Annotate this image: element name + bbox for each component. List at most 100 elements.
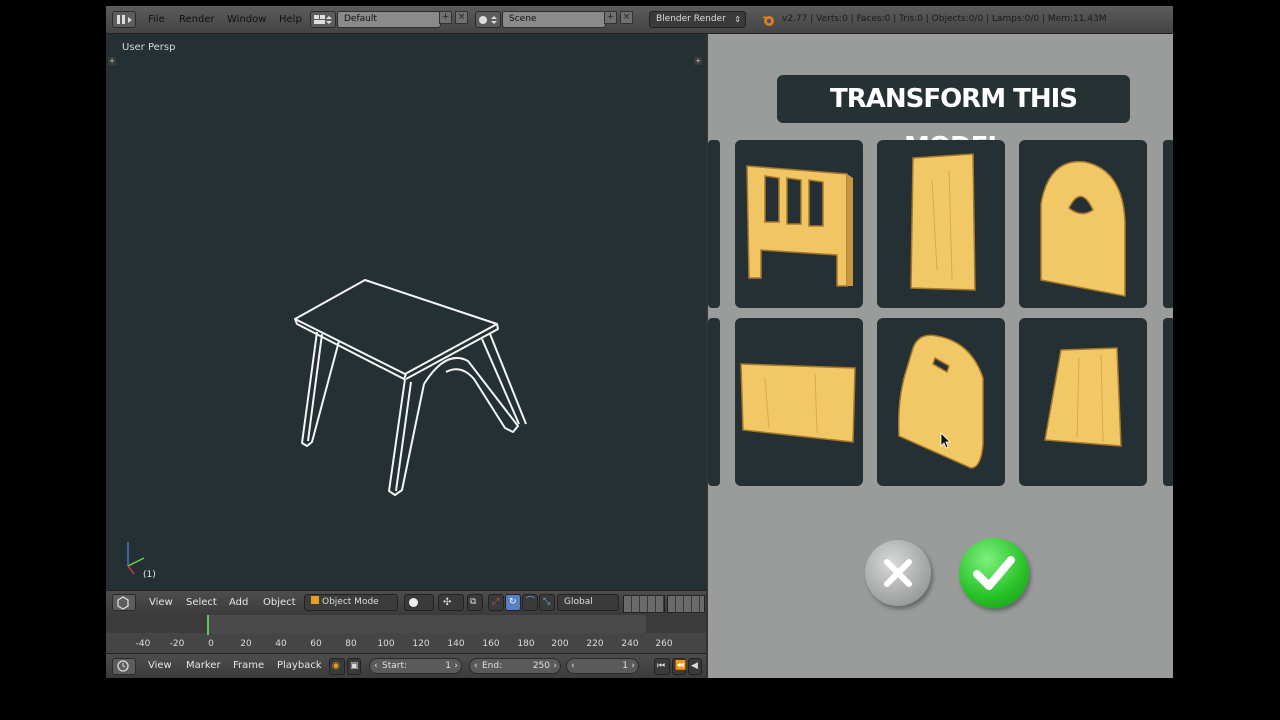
tick-label: 180 — [517, 639, 535, 649]
menu-view[interactable]: View — [148, 659, 172, 673]
start-frame-field[interactable]: ‹ Start: 1 › — [369, 658, 462, 674]
screen-layout-button[interactable] — [310, 11, 336, 28]
mouse-cursor-icon — [940, 432, 951, 449]
3d-view-header: View Select Add Object Object Mode ✣ ⧉ ⤢… — [106, 590, 706, 615]
menu-render[interactable]: Render — [179, 11, 215, 28]
info-header: File Render Window Help Default + × Scen… — [106, 6, 1173, 34]
screen-layout-field[interactable]: Default — [337, 11, 441, 28]
remove-screen-icon[interactable]: × — [455, 11, 468, 24]
pivot-point-select[interactable]: ✣ — [438, 594, 464, 611]
tall-panel-part-image — [910, 153, 976, 291]
confirm-button[interactable] — [959, 538, 1029, 608]
frame-indicator: (1) — [143, 570, 156, 580]
option-card-trapezoid-panel[interactable] — [1019, 318, 1147, 486]
timeline-editor-type-button[interactable] — [112, 658, 136, 675]
menu-add[interactable]: Add — [229, 596, 248, 610]
solid-shading-icon — [409, 598, 418, 607]
tick-label: 100 — [377, 639, 395, 649]
option-card-rounded-panel[interactable] — [877, 318, 1005, 486]
play-reverse-button[interactable]: ◀ — [688, 658, 702, 675]
layers-grid-2[interactable] — [667, 595, 705, 613]
scene-button[interactable] — [475, 11, 501, 28]
transform-orientation-select[interactable]: Global — [557, 594, 619, 611]
tick-label: 80 — [345, 639, 357, 649]
tick-label: 0 — [208, 639, 214, 649]
scale-tool-button[interactable]: ⤡ — [539, 594, 555, 611]
timeline-area[interactable]: -40 -20 0 20 40 60 80 100 120 140 160 18… — [106, 615, 706, 653]
interaction-mode-label: Object Mode — [322, 597, 379, 607]
scene-field[interactable]: Scene — [502, 11, 606, 28]
tick-label: 240 — [621, 639, 639, 649]
tick-label: -20 — [169, 639, 185, 649]
screen-layout-icon — [314, 15, 332, 24]
rotate-manipulator-button[interactable]: ↻ — [505, 594, 521, 611]
menu-object[interactable]: Object — [263, 596, 296, 610]
3d-editor-type-button[interactable] — [112, 594, 136, 611]
end-frame-value: 250 — [532, 661, 550, 671]
interaction-mode-select[interactable]: Object Mode — [304, 594, 398, 611]
option-card-tall-panel[interactable] — [877, 140, 1005, 308]
translate-manipulator-button[interactable]: ⤢ — [488, 594, 504, 611]
timeline-header: View Marker Frame Playback ◉ ▣ ‹ Start: … — [106, 653, 706, 678]
end-frame-field[interactable]: ‹ End: 250 › — [469, 658, 561, 674]
headboard-part-image — [746, 165, 853, 287]
current-frame-field[interactable]: ‹ 1 › — [566, 658, 639, 674]
option-card-headboard[interactable] — [735, 140, 863, 308]
previous-card-peek[interactable] — [708, 318, 720, 486]
next-card-peek[interactable] — [1163, 318, 1173, 486]
menu-view[interactable]: View — [149, 596, 173, 610]
menu-select[interactable]: Select — [186, 596, 217, 610]
menu-window[interactable]: Window — [227, 11, 266, 28]
tick-label: 120 — [412, 639, 430, 649]
decrement-arrow-icon: ‹ — [474, 661, 478, 671]
start-frame-value: 1 — [445, 661, 451, 671]
jump-start-button[interactable]: ⏮ — [654, 658, 670, 675]
increment-arrow-icon: › — [454, 661, 458, 671]
transform-orientation-label: Global — [564, 597, 593, 607]
transform-model-panel: TRANSFORM THIS MODEL — [706, 34, 1173, 678]
close-icon — [884, 559, 912, 587]
info-editor-type-button[interactable] — [112, 11, 136, 28]
option-card-arched-panel[interactable] — [1019, 140, 1147, 308]
viewport-shading-select[interactable] — [404, 594, 434, 611]
menu-playback[interactable]: Playback — [277, 659, 322, 673]
timeline-range-start-shade — [106, 615, 207, 633]
add-scene-icon[interactable]: + — [604, 11, 617, 24]
panel-title: TRANSFORM THIS MODEL — [777, 75, 1130, 162]
lock-toggle[interactable]: ▣ — [347, 658, 361, 675]
layers-grid-1[interactable] — [623, 595, 665, 613]
timeline-range-end-shade — [646, 615, 706, 633]
option-card-wide-panel[interactable] — [735, 318, 863, 486]
scale-manipulator-button[interactable]: ⌒ — [522, 594, 538, 611]
start-frame-label: Start: — [382, 661, 408, 671]
manipulator-toggle[interactable]: ⧉ — [467, 594, 483, 611]
previous-card-peek[interactable] — [708, 140, 720, 308]
menu-file[interactable]: File — [148, 11, 165, 28]
3d-viewport[interactable]: User Persp + + (1) — [106, 34, 706, 590]
render-engine-select[interactable]: Blender Render ⇕ — [649, 11, 746, 28]
increment-arrow-icon: › — [631, 661, 635, 671]
tick-label: 60 — [310, 639, 322, 649]
rounded-panel-with-slot-part-image — [897, 334, 984, 469]
blender-logo-icon — [762, 16, 774, 26]
decrement-arrow-icon: ‹ — [374, 661, 378, 671]
next-card-peek[interactable] — [1163, 140, 1173, 308]
record-toggle[interactable]: ◉ — [329, 658, 345, 675]
arched-panel-with-hole-part-image — [1040, 160, 1126, 297]
remove-scene-icon[interactable]: × — [620, 11, 633, 24]
add-screen-icon[interactable]: + — [439, 11, 452, 24]
cube-view-icon — [117, 596, 129, 610]
menu-marker[interactable]: Marker — [186, 659, 221, 673]
cancel-button[interactable] — [865, 540, 931, 606]
tick-label: 200 — [551, 639, 569, 649]
current-frame-line[interactable] — [207, 615, 209, 635]
jump-keyframe-back-button[interactable]: ⏪ — [672, 658, 686, 675]
scene-stats: v2.77 | Verts:0 | Faces:0 | Tris:0 | Obj… — [782, 14, 1107, 24]
menu-help[interactable]: Help — [279, 11, 302, 28]
scene-icon — [479, 16, 497, 24]
info-icon — [117, 15, 132, 24]
menu-frame[interactable]: Frame — [233, 659, 264, 673]
timeline-ruler[interactable]: -40 -20 0 20 40 60 80 100 120 140 160 18… — [106, 633, 706, 653]
tick-label: 140 — [447, 639, 465, 649]
tick-label: 20 — [240, 639, 252, 649]
